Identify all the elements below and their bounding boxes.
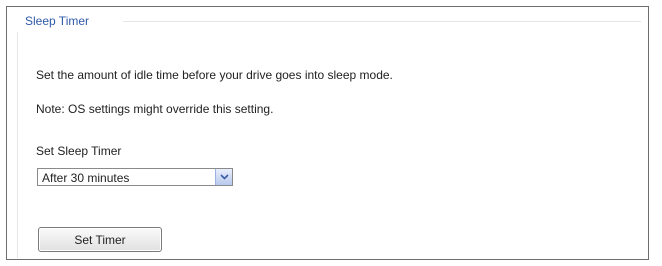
sleep-timer-select[interactable]: After 30 minutes [37, 168, 233, 186]
panel-title: Sleep Timer [25, 14, 90, 28]
panel-description: Set the amount of idle time before your … [36, 68, 393, 82]
chevron-down-icon [220, 174, 229, 180]
sleep-timer-label: Set Sleep Timer [36, 144, 122, 158]
panel-title-divider [123, 21, 641, 22]
dropdown-button[interactable] [215, 169, 232, 185]
panel-note: Note: OS settings might override this se… [36, 102, 274, 116]
set-timer-button[interactable]: Set Timer [38, 227, 162, 252]
sleep-timer-selected-value: After 30 minutes [42, 171, 130, 185]
